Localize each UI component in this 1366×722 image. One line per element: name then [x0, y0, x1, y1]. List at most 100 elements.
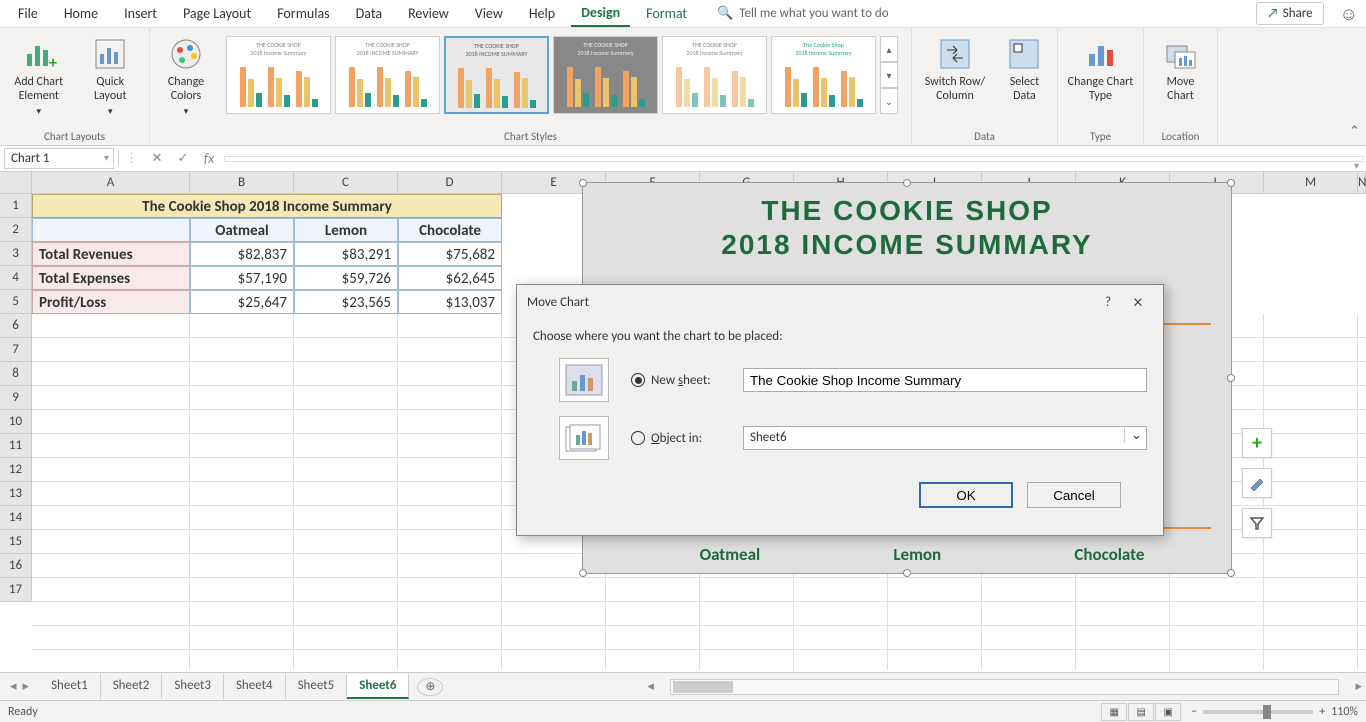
chart-style-5[interactable]: THE COOKIE SHOP2018 Income Summary: [662, 36, 767, 114]
cell-A12[interactable]: [32, 458, 190, 482]
cell-M11[interactable]: [1264, 434, 1358, 458]
cell-A17[interactable]: [32, 578, 190, 602]
cell-M16[interactable]: [1264, 554, 1358, 578]
cell-B5[interactable]: $25,647: [190, 290, 294, 314]
cell-K17[interactable]: [1076, 578, 1170, 602]
cell-B4[interactable]: $57,190: [190, 266, 294, 290]
chart-filters-button[interactable]: [1242, 508, 1272, 538]
cell-C18[interactable]: [294, 602, 398, 626]
cell-B17[interactable]: [190, 578, 294, 602]
cell-C7[interactable]: [294, 338, 398, 362]
cell-J18[interactable]: [982, 602, 1076, 626]
cell-A14[interactable]: [32, 506, 190, 530]
cell-J19[interactable]: [982, 626, 1076, 650]
cell-D9[interactable]: [398, 386, 502, 410]
new-sheet-name-input[interactable]: [743, 368, 1147, 392]
change-chart-type-button[interactable]: Change Chart Type: [1064, 32, 1137, 107]
cell-D12[interactable]: [398, 458, 502, 482]
cell-A6[interactable]: [32, 314, 190, 338]
row-header-7[interactable]: 7: [0, 338, 32, 362]
share-button[interactable]: ↗ Share: [1256, 2, 1323, 25]
chart-style-4[interactable]: THE COOKIE SHOP2018 Income Summary: [553, 36, 658, 114]
move-chart-button[interactable]: Move Chart: [1150, 32, 1211, 107]
chart-subtitle[interactable]: 2018 INCOME SUMMARY: [583, 227, 1231, 261]
cell-M15[interactable]: [1264, 530, 1358, 554]
cell-A8[interactable]: [32, 362, 190, 386]
cell-B8[interactable]: [190, 362, 294, 386]
style-nav-more[interactable]: ⌄: [880, 88, 898, 114]
cell-A9[interactable]: [32, 386, 190, 410]
cell-N18[interactable]: [1358, 602, 1366, 626]
cell-D18[interactable]: [398, 602, 502, 626]
cell-M20[interactable]: [1264, 650, 1358, 670]
cell-M18[interactable]: [1264, 602, 1358, 626]
dialog-cancel-button[interactable]: Cancel: [1027, 482, 1121, 508]
row-header-14[interactable]: 14: [0, 506, 32, 530]
cell-I19[interactable]: [888, 626, 982, 650]
change-colors-button[interactable]: Change Colors▾: [156, 32, 216, 121]
cell-A3[interactable]: Total Revenues: [32, 242, 190, 266]
cell-M19[interactable]: [1264, 626, 1358, 650]
view-page-layout-button[interactable]: ▤: [1128, 703, 1154, 721]
cell-A4[interactable]: Total Expenses: [32, 266, 190, 290]
tab-format[interactable]: Format: [636, 1, 697, 26]
cell-D4[interactable]: $62,645: [398, 266, 502, 290]
cell-C19[interactable]: [294, 626, 398, 650]
cell-D17[interactable]: [398, 578, 502, 602]
name-box[interactable]: Chart 1: [4, 148, 114, 169]
row-header-8[interactable]: 8: [0, 362, 32, 386]
cell-C16[interactable]: [294, 554, 398, 578]
cell-B19[interactable]: [190, 626, 294, 650]
cell-A1[interactable]: The Cookie Shop 2018 Income Summary: [32, 194, 502, 218]
sheet-tab-sheet3[interactable]: Sheet3: [162, 674, 224, 699]
tab-page-layout[interactable]: Page Layout: [173, 1, 261, 26]
cell-M13[interactable]: [1264, 482, 1358, 506]
cell-B10[interactable]: [190, 410, 294, 434]
column-header-N[interactable]: N: [1358, 172, 1366, 193]
cell-N20[interactable]: [1358, 650, 1366, 670]
cell-C17[interactable]: [294, 578, 398, 602]
tab-help[interactable]: Help: [519, 1, 565, 26]
cell-B16[interactable]: [190, 554, 294, 578]
cell-N12[interactable]: [1358, 458, 1366, 482]
cell-A5[interactable]: Profit/Loss: [32, 290, 190, 314]
tab-data[interactable]: Data: [346, 1, 392, 26]
column-header-C[interactable]: C: [294, 172, 398, 193]
cell-A18[interactable]: [32, 602, 190, 626]
cell-N10[interactable]: [1358, 410, 1366, 434]
sheet-tab-sheet2[interactable]: Sheet2: [101, 674, 163, 699]
column-header-M[interactable]: M: [1264, 172, 1358, 193]
cancel-formula-button[interactable]: ✕: [144, 151, 170, 166]
zoom-slider[interactable]: [1203, 710, 1313, 714]
cell-L18[interactable]: [1170, 602, 1264, 626]
cell-B18[interactable]: [190, 602, 294, 626]
cell-N9[interactable]: [1358, 386, 1366, 410]
row-header-9[interactable]: 9: [0, 386, 32, 410]
cell-G20[interactable]: [700, 650, 794, 670]
cell-F19[interactable]: [606, 626, 700, 650]
row-header-10[interactable]: 10: [0, 410, 32, 434]
cell-N15[interactable]: [1358, 530, 1366, 554]
cell-C5[interactable]: $23,565: [294, 290, 398, 314]
tab-formulas[interactable]: Formulas: [267, 1, 339, 26]
ribbon-collapse-button[interactable]: ⌃: [1343, 118, 1366, 145]
cell-B9[interactable]: [190, 386, 294, 410]
sheet-tab-sheet1[interactable]: Sheet1: [39, 674, 101, 699]
cell-L19[interactable]: [1170, 626, 1264, 650]
cell-F18[interactable]: [606, 602, 700, 626]
cell-A13[interactable]: [32, 482, 190, 506]
cell-G19[interactable]: [700, 626, 794, 650]
cell-C4[interactable]: $59,726: [294, 266, 398, 290]
cell-B2[interactable]: Oatmeal: [190, 218, 294, 242]
chart-elements-button[interactable]: +: [1242, 428, 1272, 458]
cell-D6[interactable]: [398, 314, 502, 338]
object-in-select[interactable]: Sheet6: [743, 426, 1147, 450]
cell-M9[interactable]: [1264, 386, 1358, 410]
tab-file[interactable]: File: [8, 1, 48, 26]
feedback-icon[interactable]: ☺: [1340, 3, 1358, 25]
row-header-12[interactable]: 12: [0, 458, 32, 482]
chart-style-1[interactable]: THE COOKIE SHOP2018 Income Summary: [226, 36, 331, 114]
radio-new-sheet[interactable]: New sheet:: [631, 373, 731, 388]
style-nav-down[interactable]: ▾: [880, 62, 898, 88]
row-header-5[interactable]: 5: [0, 290, 32, 314]
